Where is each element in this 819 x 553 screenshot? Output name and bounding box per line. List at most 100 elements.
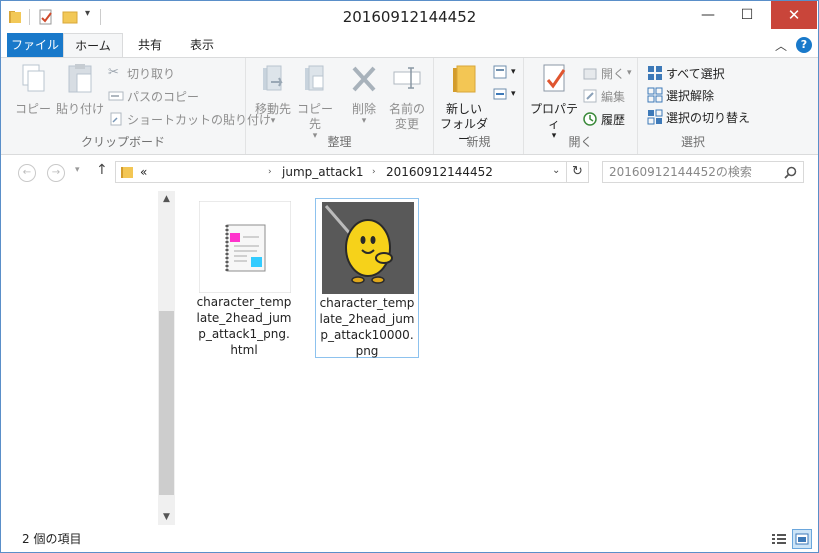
chevron-down-icon: ▾ xyxy=(270,116,276,126)
breadcrumb-current-folder[interactable]: 20160912144452 xyxy=(386,165,493,179)
edit-label: 編集 xyxy=(601,89,626,104)
paste-button[interactable]: 貼り付け xyxy=(55,62,105,117)
scissors-icon: ✂ xyxy=(108,65,119,80)
copy-to-icon xyxy=(305,65,324,91)
minimize-icon: — xyxy=(701,7,715,23)
breadcrumb-separator-icon[interactable]: › xyxy=(372,167,376,177)
clipboard-group-label: クリップボード xyxy=(80,135,165,149)
breadcrumb-overflow[interactable]: « xyxy=(140,165,147,179)
organize-group-label: 整理 xyxy=(327,135,352,149)
paste-label: 貼り付け xyxy=(55,102,104,116)
select-group-label: 選択 xyxy=(680,135,705,149)
select-none-icon xyxy=(647,87,663,103)
move-to-label: 移動先 xyxy=(254,102,291,116)
address-bar[interactable]: « › jump_attack1 › 20160912144452 ⌄ ↻ xyxy=(115,161,589,183)
select-all-button[interactable]: すべて選択 xyxy=(647,63,725,83)
large-icons-view-icon[interactable] xyxy=(792,529,812,549)
history-label: 履歴 xyxy=(601,112,626,127)
address-dropdown-icon[interactable]: ⌄ xyxy=(552,165,560,176)
delete-label: 削除 xyxy=(351,102,376,116)
open-group: プロパティ ▾ 開く ▾ 編集 履歴 開く xyxy=(524,58,638,154)
tab-home[interactable]: ホーム xyxy=(63,33,123,58)
title-bar: ▾ 20160912144452 — ☐ ✕ xyxy=(1,1,818,33)
file-item-html[interactable]: character_template_2head_jump_attack1_pn… xyxy=(193,198,297,358)
delete-icon xyxy=(352,66,376,92)
tab-file[interactable]: ファイル xyxy=(7,33,63,57)
copy-to-label: コピー先 xyxy=(296,102,333,131)
copy-label: コピー xyxy=(14,102,51,116)
breadcrumb-separator-icon[interactable]: › xyxy=(268,167,272,177)
up-arrow-icon[interactable]: ↑ xyxy=(96,162,108,178)
scroll-down-icon[interactable]: ▼ xyxy=(158,509,175,525)
status-bar: 2 個の項目 xyxy=(1,527,818,551)
rename-label-line1: 名前の xyxy=(388,102,425,116)
edit-button[interactable]: 編集 xyxy=(582,86,625,106)
back-button[interactable]: ← xyxy=(18,164,36,182)
tab-view[interactable]: 表示 xyxy=(179,33,225,57)
copy-path-icon xyxy=(108,91,124,101)
select-none-label: 選択解除 xyxy=(666,88,715,103)
item-count: 2 個の項目 xyxy=(22,532,82,546)
details-view-icon[interactable] xyxy=(769,529,789,549)
chevron-down-icon: ▾ xyxy=(361,116,367,126)
select-none-button[interactable]: 選択解除 xyxy=(647,85,714,105)
close-button[interactable]: ✕ xyxy=(771,1,817,29)
navigation-pane-scrollbar[interactable]: ▲ ▼ xyxy=(158,191,175,525)
history-button[interactable]: 履歴 xyxy=(582,109,625,129)
file-item-png[interactable]: character_template_2head_jump_attack1000… xyxy=(315,198,419,358)
recent-locations-icon[interactable]: ▾ xyxy=(75,165,80,175)
ribbon-tabs: ファイル ホーム 共有 表示 ︿ ? xyxy=(1,33,818,58)
refresh-icon[interactable]: ↻ xyxy=(572,164,583,179)
chevron-down-icon: ▾ xyxy=(627,68,632,78)
select-group: すべて選択 選択解除 選択の切り替え 選択 xyxy=(638,58,750,154)
forward-arrow-icon: → xyxy=(51,167,61,178)
cut-button[interactable]: ✂ 切り取り xyxy=(108,63,175,83)
scrollbar-thumb[interactable] xyxy=(159,311,174,495)
new-folder-label-line1: 新しい xyxy=(445,102,482,116)
properties-button[interactable]: プロパティ ▾ xyxy=(528,62,580,141)
cut-label: 切り取り xyxy=(127,66,176,81)
invert-selection-label: 選択の切り替え xyxy=(666,110,751,125)
move-to-button[interactable]: 移動先 ▾ xyxy=(250,62,296,126)
copy-to-button[interactable]: コピー先 ▾ xyxy=(292,62,338,141)
rename-button[interactable]: 名前の 変更 xyxy=(384,62,430,132)
chevron-down-icon: ▾ xyxy=(511,67,516,77)
scroll-up-icon[interactable]: ▲ xyxy=(158,191,175,207)
chevron-down-icon: ▾ xyxy=(511,89,516,99)
tab-share[interactable]: 共有 xyxy=(127,33,173,57)
explorer-window: ▾ 20160912144452 — ☐ ✕ ファイル ホーム 共有 表示 ︿ … xyxy=(0,0,819,553)
copy-path-button[interactable]: パスのコピー xyxy=(108,86,199,106)
search-icon[interactable] xyxy=(784,166,797,179)
minimize-button[interactable]: — xyxy=(691,1,725,29)
organize-group: 移動先 ▾ コピー先 ▾ 削除 ▾ 名前の 変更 整理 xyxy=(246,58,434,154)
html-file-icon xyxy=(199,201,291,293)
open-group-label: 開く xyxy=(568,135,593,149)
invert-selection-button[interactable]: 選択の切り替え xyxy=(647,107,750,127)
paste-icon xyxy=(68,64,92,93)
ribbon-collapse-icon[interactable]: ︿ xyxy=(775,37,787,54)
forward-button[interactable]: → xyxy=(47,164,65,182)
new-group-label: 新規 xyxy=(466,135,491,149)
navigation-bar: ← → ▾ ↑ « › jump_attack1 › 2016091214445… xyxy=(1,156,818,189)
breadcrumb-jump-attack1[interactable]: jump_attack1 xyxy=(282,165,364,179)
search-input[interactable] xyxy=(609,165,779,179)
maximize-button[interactable]: ☐ xyxy=(730,1,764,29)
move-to-icon xyxy=(263,65,283,91)
edit-icon xyxy=(583,89,597,103)
divider xyxy=(566,162,567,182)
properties-label: プロパティ xyxy=(529,102,578,131)
open-button[interactable]: 開く ▾ xyxy=(582,63,632,83)
png-thumbnail-image xyxy=(322,202,414,294)
history-icon xyxy=(583,112,597,126)
file-name: character_template_2head_jump_attack1000… xyxy=(319,296,415,358)
new-folder-icon xyxy=(453,65,476,93)
delete-button[interactable]: 削除 ▾ xyxy=(344,62,384,126)
copy-button[interactable]: コピー xyxy=(13,62,53,117)
search-box[interactable] xyxy=(602,161,804,183)
new-item-icon xyxy=(493,65,507,79)
help-icon[interactable]: ? xyxy=(796,37,812,53)
easy-access-button[interactable]: ▾ xyxy=(492,84,516,104)
ribbon: コピー 貼り付け ✂ 切り取り パスのコピー ショートカットの貼り付け クリップ… xyxy=(1,57,818,155)
new-item-button[interactable]: ▾ xyxy=(492,62,516,82)
new-group: 新しい フォルダー ▾ ▾ 新規 xyxy=(434,58,524,154)
